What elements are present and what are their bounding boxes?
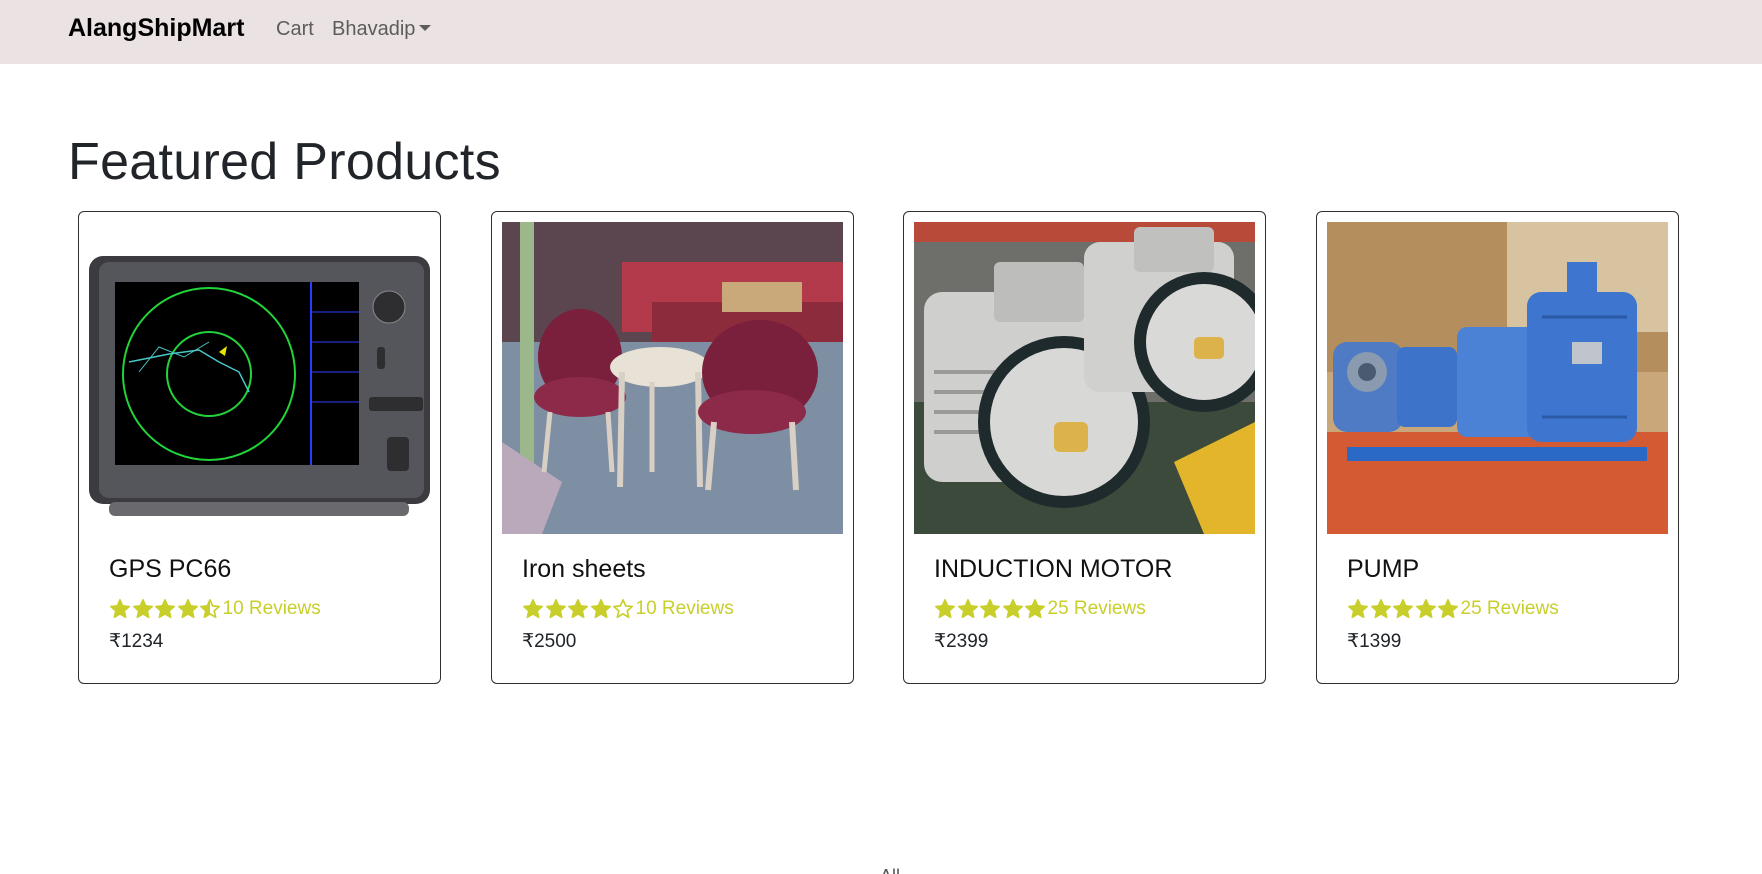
star-full-icon: [935, 599, 955, 619]
reviews-count[interactable]: 10 Reviews: [223, 598, 321, 620]
nav-cart-link[interactable]: Cart: [276, 18, 314, 41]
product-price: ₹2399: [934, 631, 989, 652]
star-empty-icon: [613, 599, 633, 619]
product-card[interactable]: INDUCTION MOTOR 25 Reviews ₹2399: [903, 211, 1266, 684]
page-title: Featured Products: [68, 133, 501, 191]
star-full-icon: [568, 599, 588, 619]
rating-stars: [109, 598, 222, 620]
product-name[interactable]: GPS PC66: [109, 555, 231, 584]
furniture-image[interactable]: [502, 222, 843, 534]
star-full-icon: [110, 599, 130, 619]
reviews-count[interactable]: 10 Reviews: [636, 598, 734, 620]
brand-logo[interactable]: AlangShipMart: [68, 14, 244, 43]
star-full-icon: [980, 599, 1000, 619]
star-half-icon: [200, 599, 220, 619]
pump-image[interactable]: [1327, 222, 1668, 534]
product-name[interactable]: Iron sheets: [522, 555, 646, 584]
navbar: AlangShipMart Cart Bhavadip: [0, 0, 1762, 64]
star-full-icon: [1370, 599, 1391, 619]
star-full-icon: [177, 599, 198, 619]
star-full-icon: [1438, 599, 1458, 619]
reviews-count[interactable]: 25 Reviews: [1461, 598, 1559, 620]
product-name[interactable]: INDUCTION MOTOR: [934, 555, 1172, 584]
product-rating: 25 Reviews: [934, 598, 1146, 620]
product-rating: 10 Reviews: [109, 598, 321, 620]
product-card[interactable]: PUMP 25 Reviews ₹1399: [1316, 211, 1679, 684]
rating-stars: [1347, 598, 1460, 620]
product-rating: 10 Reviews: [522, 598, 734, 620]
footer-text: All: [880, 866, 900, 874]
star-full-icon: [957, 599, 978, 619]
caret-down-icon: [419, 24, 432, 31]
gps-device-image[interactable]: [89, 222, 430, 534]
rating-stars: [934, 598, 1047, 620]
user-dropdown[interactable]: Bhavadip: [332, 18, 432, 41]
product-card[interactable]: GPS PC66 10 Reviews ₹1234: [78, 211, 441, 684]
product-price: ₹1399: [1347, 631, 1402, 652]
product-card[interactable]: Iron sheets 10 Reviews ₹2500: [491, 211, 854, 684]
star-full-icon: [590, 599, 611, 619]
product-price: ₹1234: [109, 631, 164, 652]
induction-motor-image[interactable]: [914, 222, 1255, 534]
star-full-icon: [1025, 599, 1045, 619]
star-full-icon: [523, 599, 543, 619]
star-full-icon: [132, 599, 153, 619]
user-dropdown-label: Bhavadip: [332, 18, 416, 40]
product-name[interactable]: PUMP: [1347, 555, 1419, 584]
reviews-count[interactable]: 25 Reviews: [1048, 598, 1146, 620]
star-full-icon: [1348, 599, 1368, 619]
star-full-icon: [1393, 599, 1413, 619]
star-full-icon: [155, 599, 175, 619]
star-full-icon: [545, 599, 566, 619]
rating-stars: [522, 598, 635, 620]
product-rating: 25 Reviews: [1347, 598, 1559, 620]
star-full-icon: [1415, 599, 1436, 619]
product-price: ₹2500: [522, 631, 577, 652]
star-full-icon: [1002, 599, 1023, 619]
